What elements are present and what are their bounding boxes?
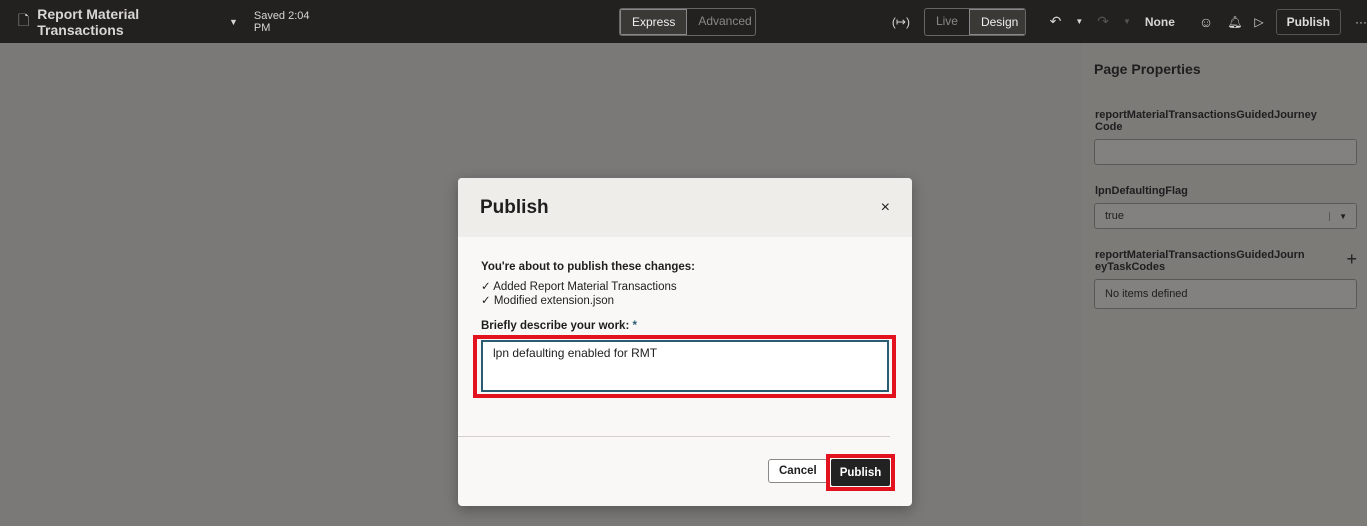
bell-icon[interactable]: 🔔︎ (1227, 15, 1242, 29)
variables-icon[interactable]: (↦) (892, 15, 910, 29)
redo-dropdown-icon[interactable]: ▼ (1123, 17, 1131, 26)
field-label: reportMaterialTransactionsGuidedJourneyT… (1095, 249, 1305, 273)
description-textarea[interactable]: lpn defaulting enabled for RMT (481, 340, 889, 392)
play-icon[interactable]: ▷ (1254, 15, 1263, 29)
view-switch: Live Design (923, 7, 1026, 36)
tab-live[interactable]: Live (925, 9, 969, 35)
dialog-title: Publish (480, 196, 549, 218)
add-icon[interactable]: + (1346, 249, 1357, 279)
field-label: lpnDefaultingFlag (1095, 185, 1188, 197)
chevron-down-icon: ▼ (1329, 211, 1356, 221)
publish-button[interactable]: Publish (831, 459, 890, 486)
none-label[interactable]: None (1145, 15, 1175, 29)
page-title[interactable]: Report Material Transactions (37, 6, 219, 38)
tab-design[interactable]: Design (968, 8, 1025, 35)
required-marker: * (632, 320, 637, 332)
field-label: reportMaterialTransactionsGuidedJourney … (1095, 109, 1317, 133)
properties-panel: Page Properties reportMaterialTransactio… (1082, 43, 1367, 526)
undo-icon[interactable]: ↶ (1050, 13, 1062, 30)
panel-title: Page Properties (1094, 61, 1201, 77)
redo-icon[interactable]: ↷ (1097, 13, 1109, 30)
tab-advanced[interactable]: Advanced (687, 9, 755, 35)
check-icon: ✓ (481, 295, 494, 307)
title-dropdown-icon[interactable]: ▼ (229, 17, 238, 27)
changes-intro: You're about to publish these changes: (481, 261, 696, 273)
change-item: ✓ Modified extension.json (481, 295, 615, 307)
journey-code-input[interactable] (1094, 139, 1357, 165)
select-value: true (1105, 210, 1124, 222)
task-codes-list: No items defined (1094, 279, 1357, 309)
mode-switch: Express Advanced (618, 7, 756, 36)
publish-top-button[interactable]: Publish (1275, 8, 1341, 35)
publish-dialog: Publish × You're about to publish these c… (458, 178, 912, 506)
more-icon[interactable]: ··· (1355, 15, 1367, 29)
divider (458, 436, 890, 437)
lpn-flag-select[interactable]: true ▼ (1094, 203, 1357, 229)
top-bar: 🗋 Report Material Transactions ▼ Saved 2… (0, 0, 1367, 43)
tab-express[interactable]: Express (619, 8, 688, 35)
saved-status: Saved 2:04 PM (253, 9, 310, 34)
page-icon: 🗋 (18, 11, 30, 28)
description-label: Briefly describe your work: (481, 320, 630, 332)
smiley-icon[interactable]: ☺ (1199, 14, 1213, 30)
undo-dropdown-icon[interactable]: ▼ (1075, 17, 1083, 26)
change-item: ✓ Added Report Material Transactions (481, 281, 677, 293)
close-icon[interactable]: × (881, 199, 890, 217)
cancel-button[interactable]: Cancel (768, 459, 828, 483)
check-icon: ✓ (481, 281, 494, 293)
